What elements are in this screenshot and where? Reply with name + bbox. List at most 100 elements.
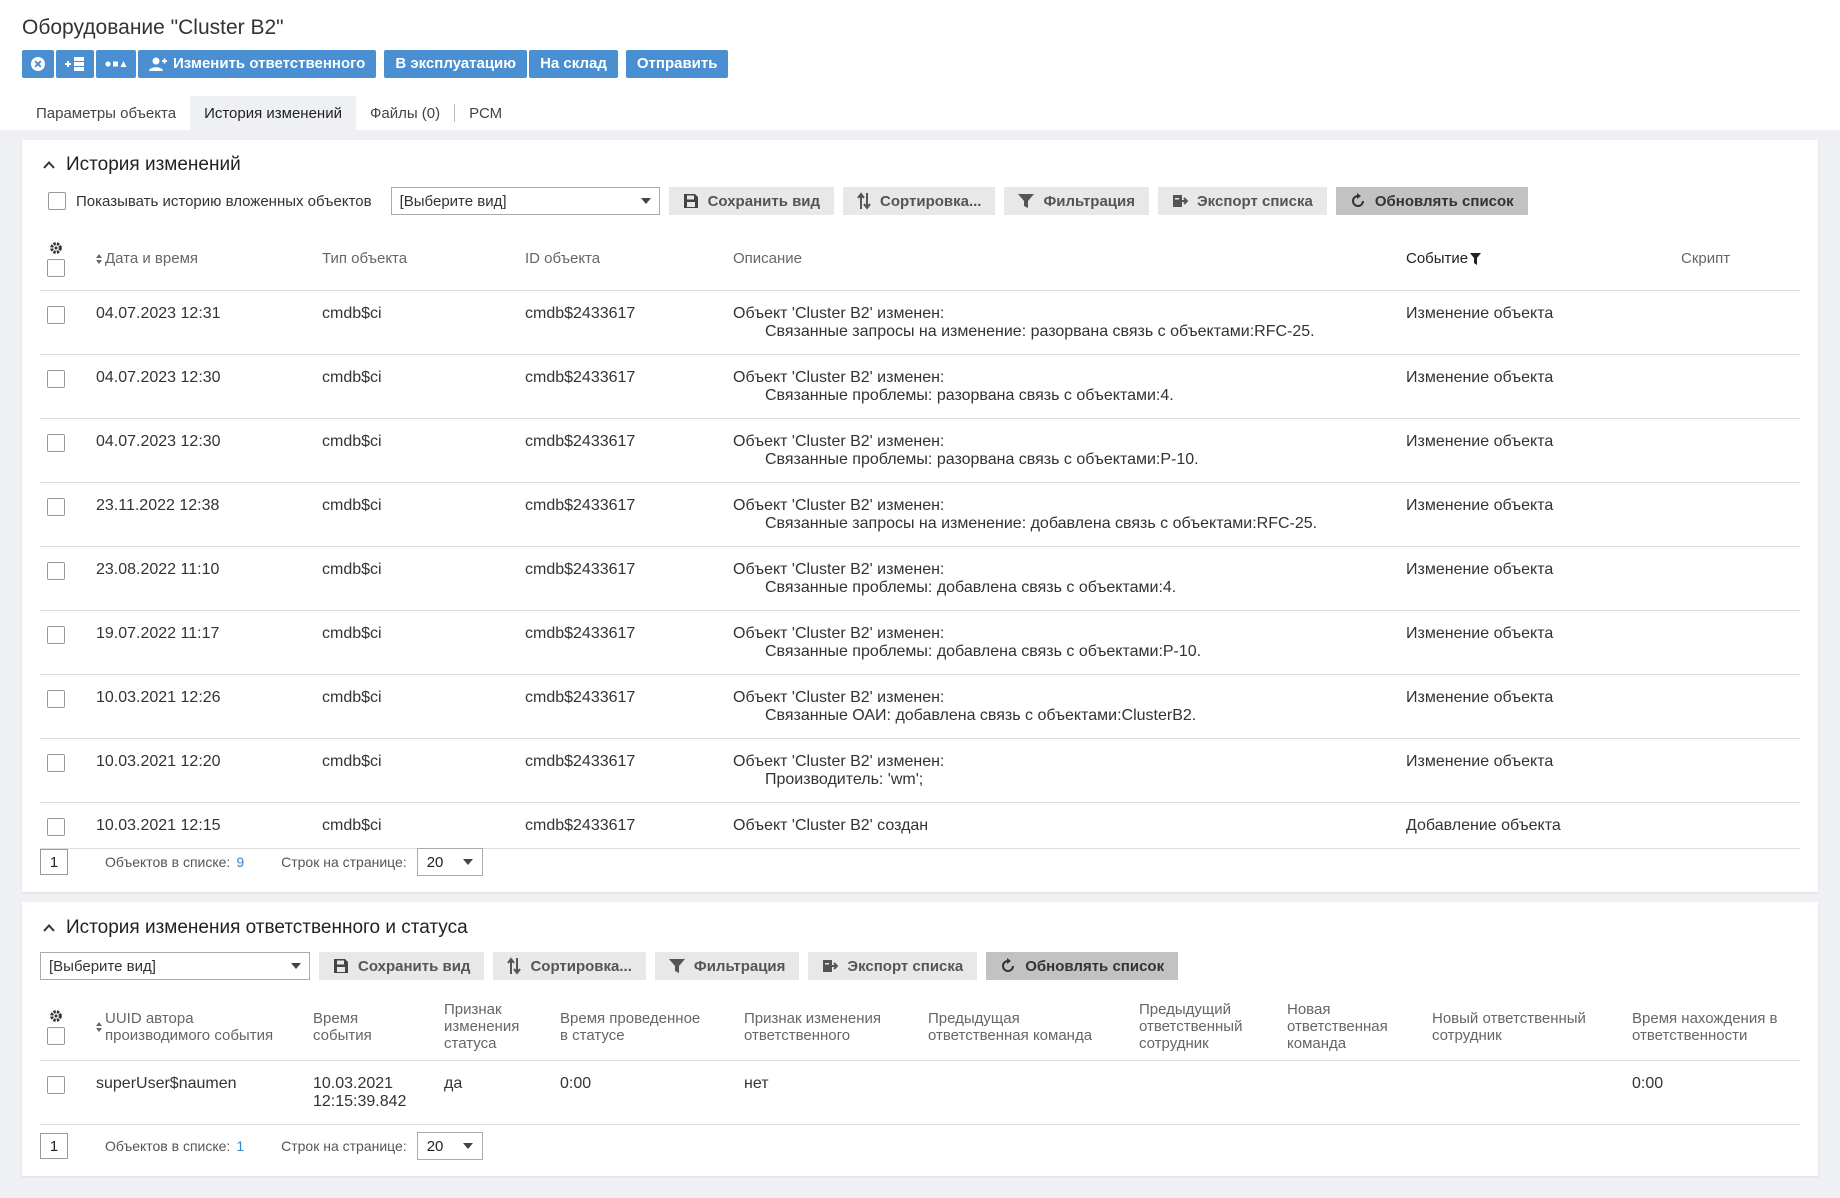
view-select[interactable]: [Выберите вид] (40, 952, 310, 980)
column-prev-emp-line-3: сотрудник (1139, 1035, 1209, 1053)
column-date-label: Дата и время (105, 250, 199, 268)
column-description[interactable]: Описание (733, 228, 1406, 291)
row-checkbox[interactable] (47, 561, 65, 580)
page-number-button[interactable]: 1 (40, 849, 68, 875)
table-row[interactable]: 10.03.2021 12:26 cmdb$ci cmdb$2433617 Об… (40, 674, 1800, 739)
column-prev-emp-line-2: ответственный (1139, 1018, 1243, 1036)
column-new-employee[interactable]: Новый ответственный сотрудник (1432, 994, 1632, 1061)
row-checkbox[interactable] (47, 753, 65, 772)
send-button[interactable]: Отправить (625, 50, 729, 78)
table-row[interactable]: superUser$naumen 10.03.2021 12:15:39.842… (40, 1060, 1800, 1125)
export-button[interactable]: Экспорт списка (808, 952, 978, 980)
column-new-team[interactable]: Новая ответственная команда (1287, 994, 1432, 1061)
refresh-icon (1351, 193, 1364, 207)
column-new-team-line-1: Новая (1287, 1001, 1331, 1019)
row-checkbox[interactable] (47, 433, 65, 452)
row-checkbox[interactable] (47, 689, 65, 708)
row-date: 10.03.2021 12:20 (96, 738, 322, 803)
chevron-down-icon (640, 198, 651, 204)
column-type[interactable]: Тип объекта (322, 228, 525, 291)
rows-per-page-select[interactable]: 20 (416, 1132, 483, 1160)
column-id[interactable]: ID объекта (525, 228, 733, 291)
table-row[interactable]: 04.07.2023 12:30 cmdb$ci cmdb$2433617 Об… (40, 354, 1800, 419)
table-row[interactable]: 04.07.2023 12:31 cmdb$ci cmdb$2433617 Об… (40, 290, 1800, 355)
row-checkbox[interactable] (47, 305, 65, 324)
save-view-button[interactable]: Сохранить вид (319, 952, 485, 980)
view-select[interactable]: [Выберите вид] (390, 187, 660, 215)
column-date[interactable]: Дата и время (96, 228, 322, 291)
column-previous-team[interactable]: Предыдущая ответственная команда (928, 994, 1139, 1061)
column-resp-change-line-2: ответственного (744, 1026, 851, 1044)
refresh-button[interactable]: Обновлять список (986, 952, 1179, 980)
more-actions-button[interactable] (96, 50, 136, 78)
gear-icon[interactable] (49, 241, 63, 255)
filter-button[interactable]: Фильтрация (1004, 187, 1149, 215)
row-type: cmdb$ci (322, 354, 525, 419)
column-status-line-3: статуса (444, 1035, 497, 1053)
to-warehouse-button[interactable]: На склад (529, 50, 618, 78)
column-event-time[interactable]: Время события (313, 994, 444, 1061)
export-button[interactable]: Экспорт списка (1158, 187, 1327, 215)
table-row[interactable]: 10.03.2021 12:20 cmdb$ci cmdb$2433617 Об… (40, 738, 1800, 803)
column-new-emp-line-1: Новый ответственный (1432, 1009, 1586, 1027)
row-description: Объект 'Cluster B2' изменен: Связанные п… (733, 418, 1406, 483)
row-description: Объект 'Cluster B2' изменен: Связанные п… (733, 610, 1406, 675)
row-description: Объект 'Cluster B2' изменен: Связанные О… (733, 674, 1406, 739)
filter-label: Фильтрация (1043, 192, 1135, 210)
chevron-up-icon[interactable] (42, 158, 56, 172)
table-row[interactable]: 23.11.2022 12:38 cmdb$ci cmdb$2433617 Об… (40, 482, 1800, 547)
row-description: Объект 'Cluster B2' изменен: Производите… (733, 738, 1406, 803)
tab-change-history[interactable]: История изменений (190, 96, 356, 130)
status-history-table: UUID автора производимого события Время … (40, 994, 1800, 1125)
status-history-header[interactable]: История изменения ответственного и стату… (42, 917, 468, 939)
tab-rsm[interactable]: РСМ (455, 96, 516, 130)
rows-per-page-select[interactable]: 20 (416, 848, 483, 876)
column-status-change-flag[interactable]: Признак изменения статуса (444, 994, 560, 1061)
save-view-button[interactable]: Сохранить вид (668, 187, 835, 215)
table-row[interactable]: 19.07.2022 11:17 cmdb$ci cmdb$2433617 Об… (40, 610, 1800, 675)
row-checkbox[interactable] (47, 369, 65, 388)
chevron-up-icon[interactable] (42, 921, 56, 935)
sort-button[interactable]: Сортировка... (843, 187, 996, 215)
delete-button[interactable] (22, 50, 54, 78)
show-nested-checkbox-box[interactable] (48, 192, 66, 210)
tab-object-params[interactable]: Параметры объекта (22, 96, 190, 130)
row-checkbox[interactable] (47, 817, 65, 836)
column-event[interactable]: Событие (1406, 228, 1681, 291)
header-settings-cell (40, 228, 96, 291)
column-script[interactable]: Скрипт (1681, 228, 1800, 291)
to-operation-button[interactable]: В эксплуатацию (384, 50, 528, 78)
page-number-button[interactable]: 1 (40, 1133, 68, 1159)
select-all-checkbox[interactable] (47, 258, 65, 277)
table-row[interactable]: 10.03.2021 12:15 cmdb$ci cmdb$2433617 Об… (40, 802, 1800, 849)
desc-line-2: Связанные проблемы: добавлена связь с об… (765, 578, 1177, 596)
gear-icon[interactable] (49, 1009, 63, 1023)
select-all-checkbox[interactable] (47, 1026, 65, 1045)
person-add-icon (149, 57, 167, 71)
column-responsible-change-flag[interactable]: Признак изменения ответственного (744, 994, 928, 1061)
row-id: cmdb$2433617 (525, 482, 733, 547)
row-checkbox[interactable] (47, 497, 65, 516)
add-to-list-button[interactable] (56, 50, 94, 78)
row-checkbox[interactable] (47, 625, 65, 644)
row-responsible-change: нет (744, 1060, 928, 1125)
table-row[interactable]: 23.08.2022 11:10 cmdb$ci cmdb$2433617 Об… (40, 546, 1800, 611)
row-type: cmdb$ci (322, 738, 525, 803)
filter-button[interactable]: Фильтрация (654, 952, 800, 980)
row-checkbox[interactable] (47, 1075, 65, 1094)
column-in-status-line-2: в статусе (560, 1026, 625, 1044)
sort-button[interactable]: Сортировка... (493, 952, 646, 980)
column-time-in-status[interactable]: Время проведенное в статусе (560, 994, 744, 1061)
change-history-header[interactable]: История изменений (42, 154, 241, 176)
desc-line-2: Связанные проблемы: добавлена связь с об… (765, 642, 1202, 660)
refresh-button[interactable]: Обновлять список (1335, 187, 1528, 215)
column-previous-employee[interactable]: Предыдущий ответственный сотрудник (1139, 994, 1287, 1061)
table-row[interactable]: 04.07.2023 12:30 cmdb$ci cmdb$2433617 Об… (40, 418, 1800, 483)
column-author-uuid[interactable]: UUID автора производимого события (96, 994, 313, 1061)
column-event-label: Событие (1406, 250, 1469, 268)
show-nested-history-checkbox[interactable]: Показывать историю вложенных объектов (48, 192, 372, 210)
table-header-row: Дата и время Тип объекта ID объекта Опис… (40, 228, 1800, 291)
column-responsibility-time[interactable]: Время нахождения в ответственности (1632, 994, 1800, 1061)
change-responsible-button[interactable]: Изменить ответственного (138, 50, 377, 78)
tab-files[interactable]: Файлы (0) (356, 96, 454, 130)
